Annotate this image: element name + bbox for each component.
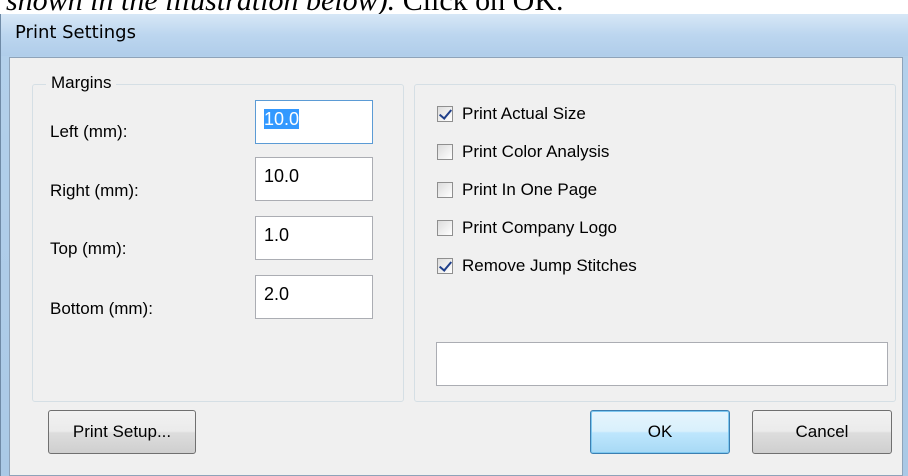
print-setup-button[interactable]: Print Setup... xyxy=(48,410,196,454)
top-margin-input[interactable]: 1.0 xyxy=(255,216,373,260)
top-margin-label: Top (mm): xyxy=(50,239,127,258)
checkbox-unchecked-icon[interactable] xyxy=(437,182,453,198)
top-margin-value: 1.0 xyxy=(264,225,290,245)
right-margin-label: Right (mm): xyxy=(50,181,139,200)
dialog-client-area: Margins Left (mm): 10.0 Right (mm): 10.0… xyxy=(9,57,903,476)
checkbox-checked-icon[interactable] xyxy=(437,106,453,122)
print-settings-dialog: Print Settings Margins Left (mm): 10.0 R… xyxy=(0,14,908,476)
checkbox-unchecked-icon[interactable] xyxy=(437,220,453,236)
print-in-one-page-checkbox[interactable]: Print In One Page xyxy=(437,178,597,202)
dialog-titlebar[interactable]: Print Settings xyxy=(1,14,908,56)
left-margin-input[interactable]: 10.0 xyxy=(255,100,373,144)
print-in-one-page-label[interactable]: Print In One Page xyxy=(462,180,597,200)
print-color-analysis-checkbox[interactable]: Print Color Analysis xyxy=(437,140,609,164)
checkbox-checked-icon[interactable] xyxy=(437,258,453,274)
print-company-logo-label[interactable]: Print Company Logo xyxy=(462,218,617,238)
remove-jump-stitches-label[interactable]: Remove Jump Stitches xyxy=(462,256,637,276)
bottom-margin-value: 2.0 xyxy=(264,284,290,304)
ok-button[interactable]: OK xyxy=(590,410,730,454)
left-margin-label: Left (mm): xyxy=(50,122,128,141)
cancel-button[interactable]: Cancel xyxy=(752,410,892,454)
print-actual-size-checkbox[interactable]: Print Actual Size xyxy=(437,102,586,126)
print-company-logo-checkbox[interactable]: Print Company Logo xyxy=(437,216,617,240)
left-margin-value: 10.0 xyxy=(264,109,300,129)
status-text-box xyxy=(436,342,888,386)
right-margin-value: 10.0 xyxy=(264,166,300,186)
remove-jump-stitches-checkbox[interactable]: Remove Jump Stitches xyxy=(437,254,637,278)
right-margin-input[interactable]: 10.0 xyxy=(255,157,373,201)
checkbox-unchecked-icon[interactable] xyxy=(437,144,453,160)
bottom-margin-label: Bottom (mm): xyxy=(50,299,153,318)
print-actual-size-label[interactable]: Print Actual Size xyxy=(462,104,586,124)
print-color-analysis-label[interactable]: Print Color Analysis xyxy=(462,142,609,162)
margins-group-label: Margins xyxy=(46,73,117,93)
dialog-title: Print Settings xyxy=(15,22,136,43)
bottom-margin-input[interactable]: 2.0 xyxy=(255,275,373,319)
